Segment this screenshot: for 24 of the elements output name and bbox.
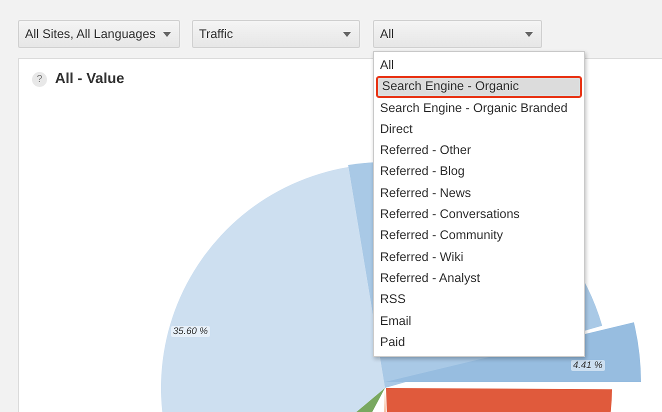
dropdown-item[interactable]: Paid [376,332,582,354]
dropdown-item[interactable]: Referred - Other [376,140,582,162]
dropdown-item[interactable]: Referred - Conversations [376,204,582,226]
dropdown-item[interactable]: RSS [376,289,582,311]
help-icon[interactable]: ? [32,72,47,86]
dropdown-item[interactable]: Referred - Community [376,225,582,247]
dropdown-item[interactable]: Search Engine - Organic [376,76,582,98]
dropdown-item[interactable]: Search Engine - Organic Branded [376,98,582,119]
data-label: 35.60 % [171,326,210,337]
dropdown-item[interactable]: Referred - News [376,182,582,204]
dropdown-item[interactable]: All [376,55,582,76]
dropdown-item[interactable]: Referred - Blog [376,161,582,183]
data-label: 4.41 % [571,360,605,371]
dropdown-item[interactable]: Referred - Wiki [376,246,582,268]
dropdown-item[interactable]: Email [376,310,582,332]
caret-icon [525,32,533,36]
filter-select[interactable]: All Sites, All Languages [18,20,180,48]
filter-select[interactable]: All [373,20,542,48]
panel-title: All - Value [55,71,124,87]
dropdown-item[interactable]: Direct [376,118,582,140]
caret-icon [343,32,351,36]
filter-select[interactable]: Traffic [192,20,360,48]
dropdown-item[interactable]: Referred - Analyst [376,268,582,290]
caret-icon [163,32,171,36]
